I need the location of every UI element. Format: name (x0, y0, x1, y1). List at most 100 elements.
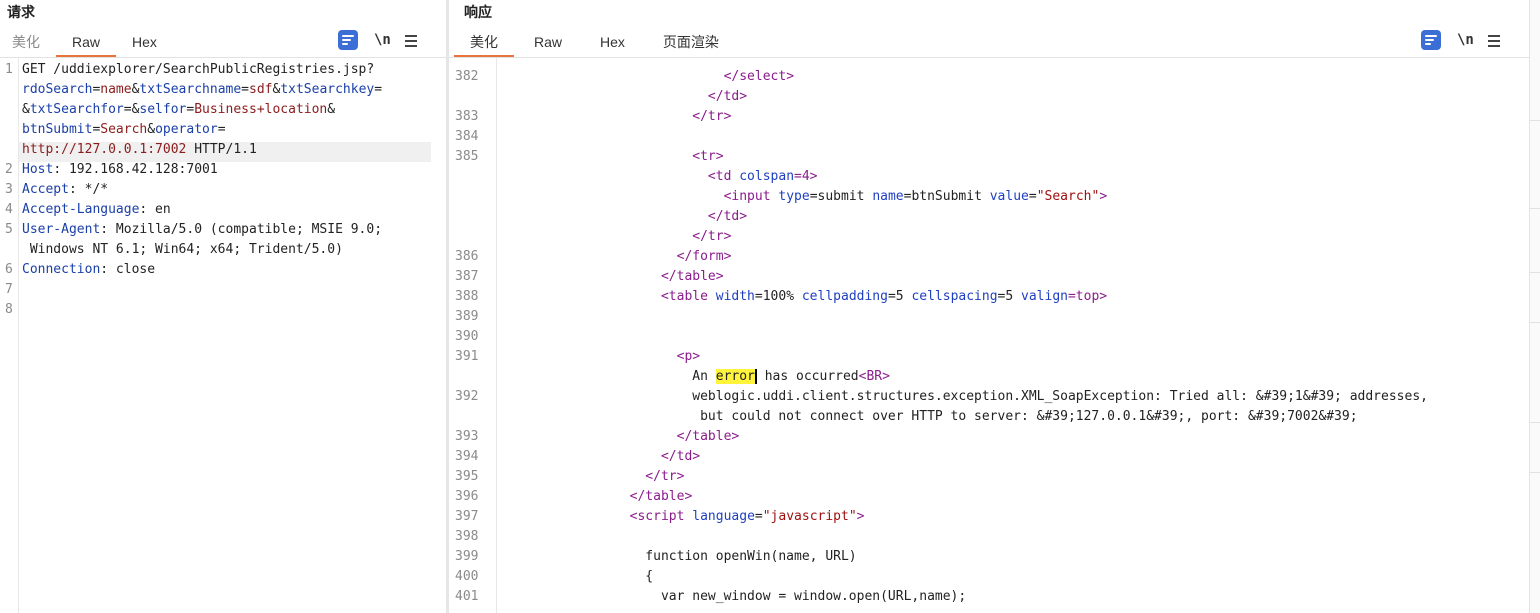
show-newlines-button[interactable]: \n (374, 32, 391, 48)
code-line: </table> (614, 429, 740, 444)
code-token: Accept (22, 182, 69, 197)
code-token: sdf (249, 82, 273, 97)
code-line: </tr> (614, 109, 731, 124)
line-number: 381 (455, 58, 478, 62)
wrap-lines-icon[interactable] (1421, 30, 1441, 50)
search-match-highlight: error (715, 369, 757, 384)
code-token: GET /uddiexplorer/SearchPublicRegistries… (22, 62, 375, 77)
request-tabs: 美化 Raw Hex (0, 33, 173, 57)
code-token: language (692, 509, 755, 524)
code-token: "javascript" (762, 509, 857, 524)
code-token: <script (614, 509, 693, 524)
code-token: =5 (887, 289, 912, 304)
code-token: txtSearchfor (29, 102, 124, 117)
request-title: 请求 (7, 4, 35, 20)
code-token: </table> (614, 489, 693, 504)
code-token: type (778, 189, 810, 204)
code-line: </tr> (614, 229, 731, 244)
response-tab-pretty[interactable]: 美化 (454, 33, 514, 57)
code-token: <p> (614, 349, 701, 364)
wrap-lines-icon[interactable] (338, 30, 358, 50)
code-token: =4> (794, 169, 818, 184)
request-tab-pretty[interactable]: 美化 (0, 33, 56, 57)
code-line: </form> (614, 249, 732, 264)
code-token: & (147, 122, 156, 137)
code-token: : close (100, 262, 156, 277)
code-line: </td> (614, 209, 747, 224)
code-line: </td> (614, 449, 700, 464)
code-line: An error has occurred<BR> (614, 369, 890, 384)
code-token: <tr> (614, 149, 724, 164)
response-title: 响应 (464, 4, 492, 20)
response-tab-raw[interactable]: Raw (514, 33, 578, 57)
response-editor[interactable]: 381 382 383 384 385 386 387 388 389 390 391 392 393 3… (449, 58, 1529, 613)
request-pane: 请求 美化 Raw Hex \n 1 2 3 4 5 6 7 8 GET /uddiexplor… (0, 0, 446, 613)
line-number: 401 (455, 589, 479, 604)
code-line: Host: 192.168.42.128:7001 (22, 162, 218, 177)
code-token: = (754, 509, 763, 524)
code-token: operator (155, 122, 218, 137)
request-editor[interactable]: 1 2 3 4 5 6 7 8 GET /uddiexplorer/SearchPublicRe… (0, 58, 446, 613)
code-token: var new_window = window.open(URL,name); (614, 589, 967, 604)
code-line: Windows NT 6.1; Win64; x64; Trident/5.0) (22, 242, 343, 257)
request-tab-raw[interactable]: Raw (56, 33, 117, 57)
line-number: 5 (5, 222, 13, 237)
code-token: Accept-Language (22, 202, 140, 217)
line-number: 387 (455, 269, 479, 284)
menu-icon[interactable] (404, 34, 417, 47)
code-token: http://127.0.0.1:7002 (22, 142, 187, 157)
line-number: 399 (455, 549, 479, 564)
line-number: 383 (455, 109, 479, 124)
code-token: selfor (139, 102, 187, 117)
code-token: > (786, 69, 795, 84)
request-toolbar: \n (338, 30, 417, 50)
code-token: width (715, 289, 755, 304)
code-token: valign (1021, 289, 1068, 304)
code-line: <table width=100% cellpadding=5 cellspac… (614, 289, 1107, 304)
code-line: &txtSearchfor=&selfor=Business+location& (22, 102, 335, 117)
request-tab-hex[interactable]: Hex (116, 33, 173, 57)
code-token: </td> (614, 89, 748, 104)
response-tab-render[interactable]: 页面渲染 (641, 33, 735, 57)
code-token: : Mozilla/5.0 (compatible; MSIE 9.0; (100, 222, 383, 237)
code-token: : */* (68, 182, 109, 197)
code-token: > (1099, 189, 1108, 204)
line-number: 395 (455, 469, 479, 484)
code-token: Connection (22, 262, 101, 277)
show-newlines-button[interactable]: \n (1457, 32, 1474, 48)
code-token: : 192.168.42.128:7001 (53, 162, 218, 177)
response-tab-hex[interactable]: Hex (578, 33, 641, 57)
code-token: =5 (997, 289, 1022, 304)
line-number: 389 (455, 309, 479, 324)
code-token: =100% (754, 289, 802, 304)
code-token: =& (123, 102, 140, 117)
code-token: </tr> (614, 229, 732, 244)
code-token: An (614, 369, 716, 384)
code-line: btnSubmit=Search&operator= (22, 122, 226, 137)
code-line: </table> (614, 489, 693, 504)
code-token: function openWin(name, URL) (614, 549, 857, 564)
menu-icon[interactable] (1487, 34, 1500, 47)
code-line: <input type=submit name=btnSubmit value=… (614, 189, 1108, 204)
code-line: http://127.0.0.1:7002 HTTP/1.1 (22, 142, 257, 157)
code-line: but could not connect over HTTP to serve… (614, 409, 1357, 424)
code-token: txtSearchname (139, 82, 242, 97)
code-line: </select> (614, 69, 794, 84)
code-token: User-Agent (22, 222, 101, 237)
code-token: select (739, 69, 787, 84)
line-number: 393 (455, 429, 479, 444)
code-token: </tr> (614, 469, 685, 484)
code-token: colspan (739, 169, 795, 184)
code-token: </td> (614, 449, 701, 464)
line-number: 8 (5, 302, 13, 317)
code-token: value (989, 189, 1029, 204)
code-token: </ (614, 69, 740, 84)
code-token: Search (100, 122, 148, 137)
code-token: name (100, 82, 132, 97)
code-line: <td colspan=4> (614, 169, 818, 184)
code-token: cellspacing (911, 289, 998, 304)
code-line: <script language="javascript"> (614, 509, 865, 524)
code-line: Connection: close (22, 262, 155, 277)
line-number: 1 (5, 62, 13, 77)
code-line: <p> (614, 349, 700, 364)
